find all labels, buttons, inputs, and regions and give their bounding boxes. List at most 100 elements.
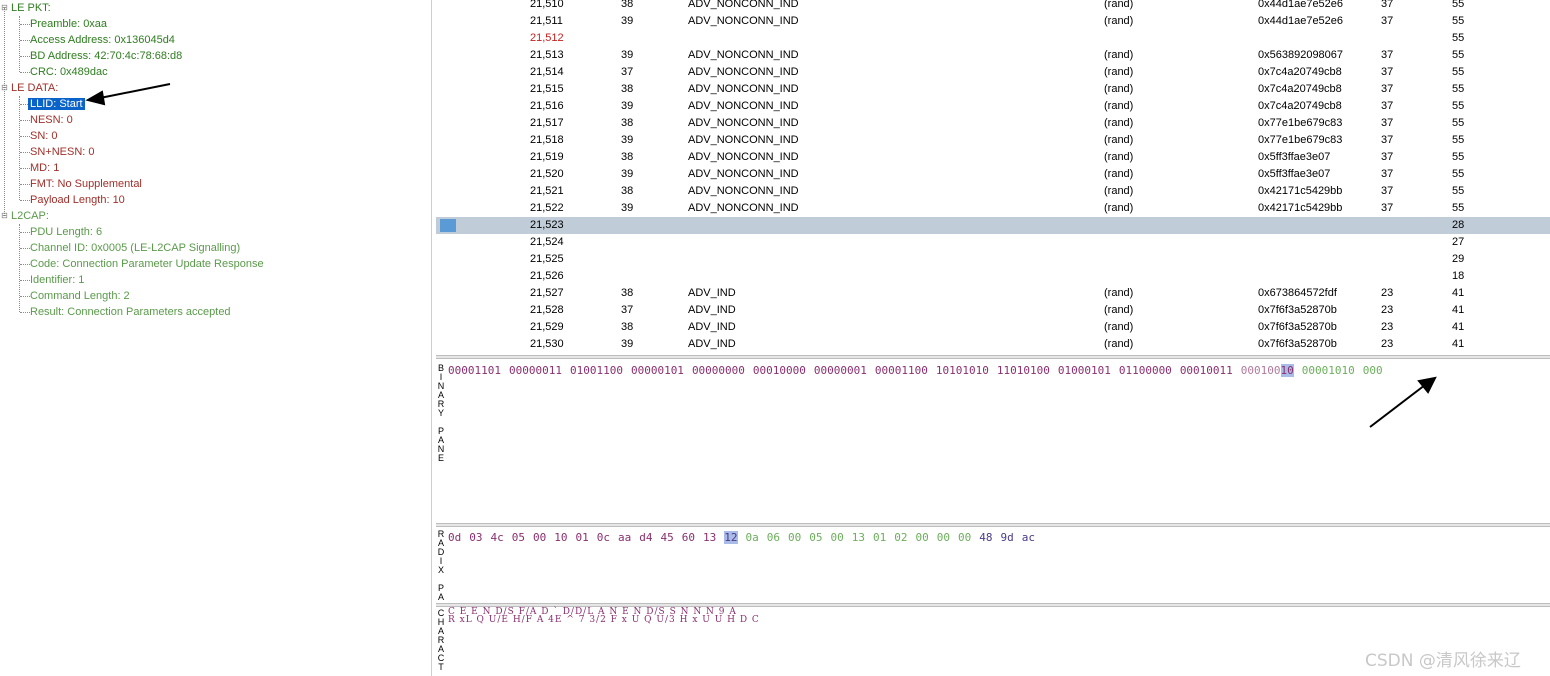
tree-item-crc[interactable]: CRC: 0x489dac (30, 64, 108, 80)
radix-byte[interactable]: 60 (682, 531, 695, 544)
binary-byte[interactable]: 00010000 (753, 364, 806, 377)
radix-byte[interactable]: 48 (979, 531, 992, 544)
collapse-icon[interactable]: ⊟ (0, 4, 9, 13)
tree-item-nesn[interactable]: NESN: 0 (30, 112, 73, 128)
tree-item-llid[interactable]: LLID: Start (28, 96, 85, 112)
binary-byte[interactable]: 00000101 (631, 364, 684, 377)
tree-item-preamble[interactable]: Preamble: 0xaa (30, 16, 107, 32)
packet-row[interactable]: 21,530 39 ADV_IND (rand) 0x7f6f3a52870b 23 41 (436, 336, 1550, 353)
tree-item-sn[interactable]: SN: 0 (30, 128, 58, 144)
binary-byte[interactable]: 00000000 (692, 364, 745, 377)
radix-byte[interactable]: 10 (554, 531, 567, 544)
packet-row[interactable]: 21,517 38 ADV_NONCONN_IND (rand) 0x77e1be679… (436, 115, 1550, 132)
binary-byte[interactable]: 00001010 (1302, 364, 1355, 377)
binary-byte[interactable]: 00001100 (875, 364, 928, 377)
packet-cell-ch: 39 (621, 49, 634, 61)
packet-row[interactable]: 21,519 38 ADV_NONCONN_IND (rand) 0x5ff3ffae3… (436, 149, 1550, 166)
collapse-icon[interactable]: ⊟ (0, 212, 9, 221)
radix-byte[interactable]: aa (618, 531, 631, 544)
tree-node-l2cap[interactable]: ⊟ L2CAP: (1, 208, 49, 224)
packet-row[interactable]: 21,521 38 ADV_NONCONN_IND (rand) 0x42171c542… (436, 183, 1550, 200)
packet-row[interactable]: 21,515 38 ADV_NONCONN_IND (rand) 0x7c4a20749… (436, 81, 1550, 98)
packet-row[interactable]: 21,513 39 ADV_NONCONN_IND (rand) 0x563892098… (436, 47, 1550, 64)
tree-item-fmt[interactable]: FMT: No Supplemental (30, 176, 142, 192)
pane-splitter[interactable] (436, 355, 1550, 359)
binary-byte[interactable]: 00010011 (1180, 364, 1233, 377)
packet-cell-addr: 0x7c4a20749cb8 (1258, 66, 1342, 78)
tree-item-access-address[interactable]: Access Address: 0x136045d4 (30, 32, 175, 48)
packet-cell-addr: 0x563892098067 (1258, 49, 1344, 61)
tree-item-md[interactable]: MD: 1 (30, 160, 59, 176)
packet-row[interactable]: 21,526 18 (436, 268, 1550, 285)
packet-cell-num: 21,527 (530, 287, 564, 299)
binary-byte[interactable]: 01100000 (1119, 364, 1172, 377)
tree-item-payload-length[interactable]: Payload Length: 10 (30, 192, 125, 208)
packet-row[interactable]: 21,518 39 ADV_NONCONN_IND (rand) 0x77e1be679… (436, 132, 1550, 149)
tree-item-bd-address[interactable]: BD Address: 42:70:4c:78:68:d8 (30, 48, 182, 64)
radix-byte[interactable]: 13 (852, 531, 865, 544)
binary-byte[interactable]: 00001101 (448, 364, 501, 377)
radix-byte[interactable]: 02 (894, 531, 907, 544)
radix-byte[interactable]: 00 (788, 531, 801, 544)
radix-byte[interactable]: d4 (639, 531, 652, 544)
packet-cell-num: 21,522 (530, 202, 564, 214)
binary-byte[interactable]: 10101010 (936, 364, 989, 377)
packet-row[interactable]: 21,510 38 ADV_NONCONN_IND (rand) 0x44d1ae7e5… (436, 0, 1550, 13)
radix-byte[interactable]: 05 (512, 531, 525, 544)
tree-node-le-pkt[interactable]: ⊟ LE PKT: (1, 0, 51, 16)
radix-byte[interactable]: 05 (809, 531, 822, 544)
packet-row[interactable]: 21,512 55 (436, 30, 1550, 47)
packet-row[interactable]: 21,529 38 ADV_IND (rand) 0x7f6f3a52870b 23 41 (436, 319, 1550, 336)
tree-node-label: LE PKT: (11, 2, 51, 14)
radix-byte[interactable]: 06 (767, 531, 780, 544)
packet-row[interactable]: 21,522 39 ADV_NONCONN_IND (rand) 0x42171c542… (436, 200, 1550, 217)
packet-row[interactable]: 21,527 38 ADV_IND (rand) 0x673864572fdf 23 41 (436, 285, 1550, 302)
binary-byte[interactable]: 000 (1363, 364, 1383, 377)
radix-byte[interactable]: 00 (958, 531, 971, 544)
tree-item-code[interactable]: Code: Connection Parameter Update Respon… (30, 256, 264, 272)
tree-item-result[interactable]: Result: Connection Parameters accepted (30, 304, 231, 320)
packet-row[interactable]: 21,523 28 (436, 217, 1550, 234)
packet-row[interactable]: 21,514 37 ADV_NONCONN_IND (rand) 0x7c4a20749… (436, 64, 1550, 81)
tree-item-pdu-length[interactable]: PDU Length: 6 (30, 224, 102, 240)
radix-byte[interactable]: 13 (703, 531, 716, 544)
binary-byte-selected[interactable]: 00010010 (1241, 364, 1294, 377)
tree-item-identifier[interactable]: Identifier: 1 (30, 272, 84, 288)
radix-byte[interactable]: 9d (1001, 531, 1014, 544)
radix-pane[interactable]: 0d 03 4c 05 00 10 01 0c aa d4 45 60 13 12 0a 06 00 05 00 13… (445, 528, 1550, 604)
packet-row[interactable]: 21,516 39 ADV_NONCONN_IND (rand) 0x7c4a20749… (436, 98, 1550, 115)
radix-byte[interactable]: 4c (491, 531, 504, 544)
packet-row[interactable]: 21,525 29 (436, 251, 1550, 268)
radix-byte[interactable]: 00 (831, 531, 844, 544)
radix-byte[interactable]: 45 (661, 531, 674, 544)
packet-cell-len: 37 (1381, 66, 1394, 78)
collapse-icon[interactable]: ⊟ (0, 84, 9, 93)
radix-byte[interactable]: 01 (576, 531, 589, 544)
binary-byte[interactable]: 11010100 (997, 364, 1050, 377)
radix-byte[interactable]: 0c (597, 531, 610, 544)
packet-row[interactable]: 21,528 37 ADV_IND (rand) 0x7f6f3a52870b 23 41 (436, 302, 1550, 319)
binary-byte[interactable]: 00000011 (509, 364, 562, 377)
radix-byte[interactable]: 03 (469, 531, 482, 544)
radix-byte[interactable]: ac (1022, 531, 1035, 544)
tree-item-channel-id[interactable]: Channel ID: 0x0005 (LE-L2CAP Signalling) (30, 240, 240, 256)
binary-byte[interactable]: 01001100 (570, 364, 623, 377)
tree-item-command-length[interactable]: Command Length: 2 (30, 288, 130, 304)
tree-node-le-data[interactable]: ⊟ LE DATA: (1, 80, 58, 96)
radix-byte[interactable]: 01 (873, 531, 886, 544)
pane-splitter[interactable] (436, 523, 1550, 527)
radix-byte[interactable]: 00 (916, 531, 929, 544)
packet-row[interactable]: 21,511 39 ADV_NONCONN_IND (rand) 0x44d1ae7e5… (436, 13, 1550, 30)
radix-byte-selected[interactable]: 12 (724, 531, 738, 544)
radix-byte[interactable]: 0d (448, 531, 461, 544)
binary-pane[interactable]: 00001101 00000011 01001100 00000101 00000000… (445, 360, 1550, 524)
radix-byte[interactable]: 00 (533, 531, 546, 544)
packet-cell-ch: 39 (621, 134, 634, 146)
packet-row[interactable]: 21,520 39 ADV_NONCONN_IND (rand) 0x5ff3ffae3… (436, 166, 1550, 183)
binary-byte[interactable]: 01000101 (1058, 364, 1111, 377)
tree-item-sn-nesn[interactable]: SN+NESN: 0 (30, 144, 95, 160)
binary-byte[interactable]: 00000001 (814, 364, 867, 377)
radix-byte[interactable]: 0a (746, 531, 759, 544)
packet-row[interactable]: 21,524 27 (436, 234, 1550, 251)
radix-byte[interactable]: 00 (937, 531, 950, 544)
